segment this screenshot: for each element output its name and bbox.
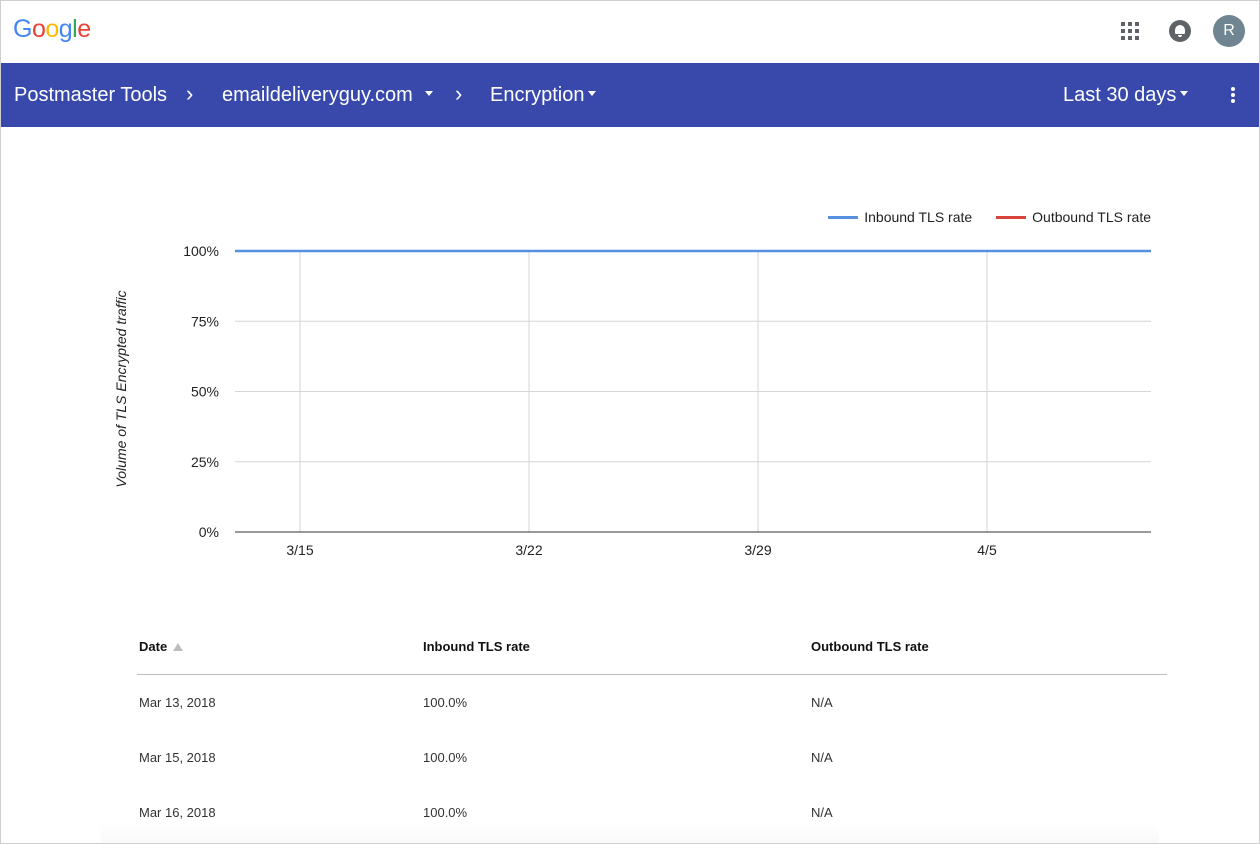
table-row: Mar 13, 2018 100.0% N/A	[137, 675, 1167, 730]
chevron-right-icon: ›	[186, 81, 194, 106]
tls-table: Date Inbound TLS rate Outbound TLS rate …	[137, 619, 1167, 840]
legend-label-inbound: Inbound TLS rate	[864, 209, 973, 225]
apps-grid-icon[interactable]	[1121, 22, 1139, 40]
y-tick-label: 0%	[199, 524, 219, 540]
google-logo[interactable]: Google	[13, 15, 91, 44]
column-header-outbound[interactable]: Outbound TLS rate	[811, 639, 929, 654]
cell-outbound: N/A	[811, 805, 833, 820]
page: Google R Postmaster Tools › emaildeliver…	[0, 0, 1260, 844]
logo-letter: e	[77, 15, 91, 43]
table-row: Mar 15, 2018 100.0% N/A	[137, 730, 1167, 785]
legend-label-outbound: Outbound TLS rate	[1032, 209, 1151, 225]
domain-label: emaildeliveryguy.com	[222, 84, 413, 106]
x-tick-label: 3/22	[515, 542, 542, 558]
cell-date: Mar 13, 2018	[139, 695, 216, 710]
breadcrumb-bar: Postmaster Tools › emaildeliveryguy.com …	[1, 63, 1259, 127]
notifications-bell-icon[interactable]	[1169, 20, 1191, 42]
more-vert-icon[interactable]	[1231, 87, 1235, 103]
sort-ascending-icon	[173, 643, 184, 651]
y-tick-label: 25%	[191, 454, 219, 470]
section-label: Encryption	[490, 84, 585, 106]
y-axis-label: Volume of TLS Encrypted traffic	[113, 290, 129, 488]
chevron-right-icon: ›	[455, 81, 463, 106]
top-icons: R	[1121, 15, 1245, 47]
cell-date: Mar 15, 2018	[139, 750, 216, 765]
breadcrumb-app-name[interactable]: Postmaster Tools	[14, 63, 167, 127]
scroll-fade	[101, 823, 1159, 843]
cell-outbound: N/A	[811, 750, 833, 765]
caret-down-icon	[587, 91, 596, 97]
y-tick-label: 100%	[183, 243, 219, 259]
y-tick-label: 75%	[191, 313, 219, 329]
x-tick-label: 3/29	[744, 542, 771, 558]
domain-dropdown[interactable]: emaildeliveryguy.com	[222, 63, 433, 127]
caret-down-icon	[424, 91, 433, 97]
column-header-date-label: Date	[139, 639, 168, 654]
logo-letter: o	[31, 15, 46, 43]
x-tick-label: 3/15	[286, 542, 313, 558]
table-header: Date Inbound TLS rate Outbound TLS rate	[137, 619, 1167, 675]
logo-letter: G	[13, 15, 32, 43]
date-range-label: Last 30 days	[1063, 84, 1177, 106]
cell-inbound: 100.0%	[423, 695, 468, 710]
date-range-dropdown[interactable]: Last 30 days	[1063, 63, 1189, 127]
legend-swatch-outbound	[996, 215, 1027, 219]
section-dropdown[interactable]: Encryption	[490, 63, 596, 127]
y-tick-label: 50%	[191, 384, 219, 400]
cell-outbound: N/A	[811, 695, 833, 710]
cell-inbound: 100.0%	[423, 805, 468, 820]
caret-down-icon	[1180, 91, 1189, 97]
legend-item-outbound[interactable]: Outbound TLS rate	[996, 209, 1151, 225]
chart-canvas: 0% 25% 50% 75% 100% 3/15 3/22 3/29 4/5	[183, 243, 1151, 558]
chart-legend: Inbound TLS rate Outbound TLS rate	[804, 209, 1151, 225]
column-header-inbound[interactable]: Inbound TLS rate	[423, 639, 530, 654]
logo-letter: g	[58, 15, 73, 43]
avatar-initial: R	[1223, 22, 1235, 39]
cell-inbound: 100.0%	[423, 750, 468, 765]
avatar[interactable]: R	[1213, 15, 1245, 47]
legend-item-inbound[interactable]: Inbound TLS rate	[828, 209, 972, 225]
tls-chart: 0% 25% 50% 75% 100% 3/15 3/22 3/29 4/5 Inbound T…	[1, 127, 1259, 587]
legend-swatch-inbound	[828, 215, 859, 219]
logo-letter: o	[45, 15, 59, 43]
cell-date: Mar 16, 2018	[139, 805, 216, 820]
column-header-date[interactable]: Date	[139, 639, 184, 654]
top-bar: Google R	[1, 1, 1259, 63]
x-tick-label: 4/5	[977, 542, 997, 558]
